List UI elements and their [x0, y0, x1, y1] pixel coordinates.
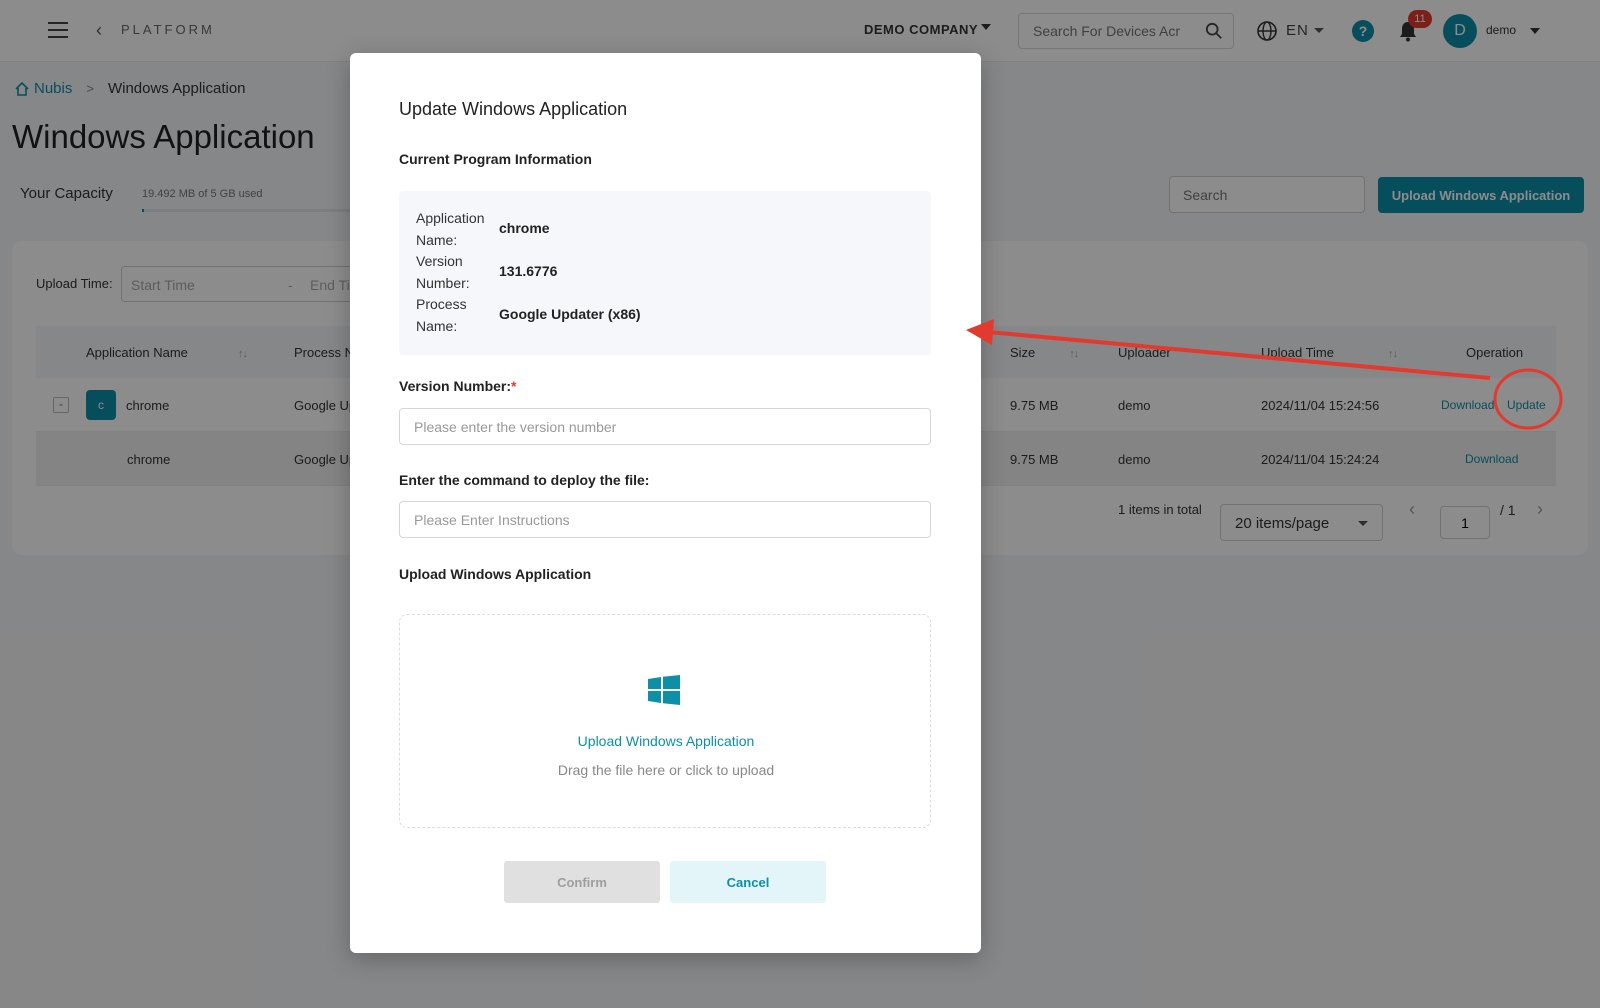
deploy-command-input[interactable] — [399, 501, 931, 538]
modal-title: Update Windows Application — [399, 99, 628, 119]
update-application-modal: Update Windows Application Current Progr… — [350, 53, 981, 953]
required-mark: * — [511, 378, 517, 394]
current-info-box: Application Name: chrome Version Number:… — [399, 191, 931, 355]
current-info-heading: Current Program Information — [399, 151, 592, 167]
dropzone-hint: Drag the file here or click to upload — [557, 762, 775, 778]
info-value: 131.6776 — [499, 263, 558, 279]
version-label: Version Number:* — [399, 378, 516, 394]
info-key: Process Name: — [416, 296, 467, 334]
version-label-text: Version Number: — [399, 378, 512, 394]
info-value: Google Updater (x86) — [499, 306, 641, 322]
info-key: Application Name: — [416, 210, 485, 248]
confirm-button[interactable]: Confirm — [504, 861, 660, 903]
file-dropzone[interactable]: Upload Windows Application Drag the file… — [399, 614, 931, 828]
cancel-button[interactable]: Cancel — [670, 861, 826, 903]
info-value: chrome — [499, 220, 550, 236]
command-label: Enter the command to deploy the file: — [399, 472, 650, 488]
info-key: Version Number: — [416, 253, 470, 291]
version-number-input[interactable] — [399, 408, 931, 445]
dropzone-title[interactable]: Upload Windows Application — [400, 733, 932, 749]
upload-heading: Upload Windows Application — [399, 566, 592, 582]
windows-icon — [648, 675, 680, 705]
